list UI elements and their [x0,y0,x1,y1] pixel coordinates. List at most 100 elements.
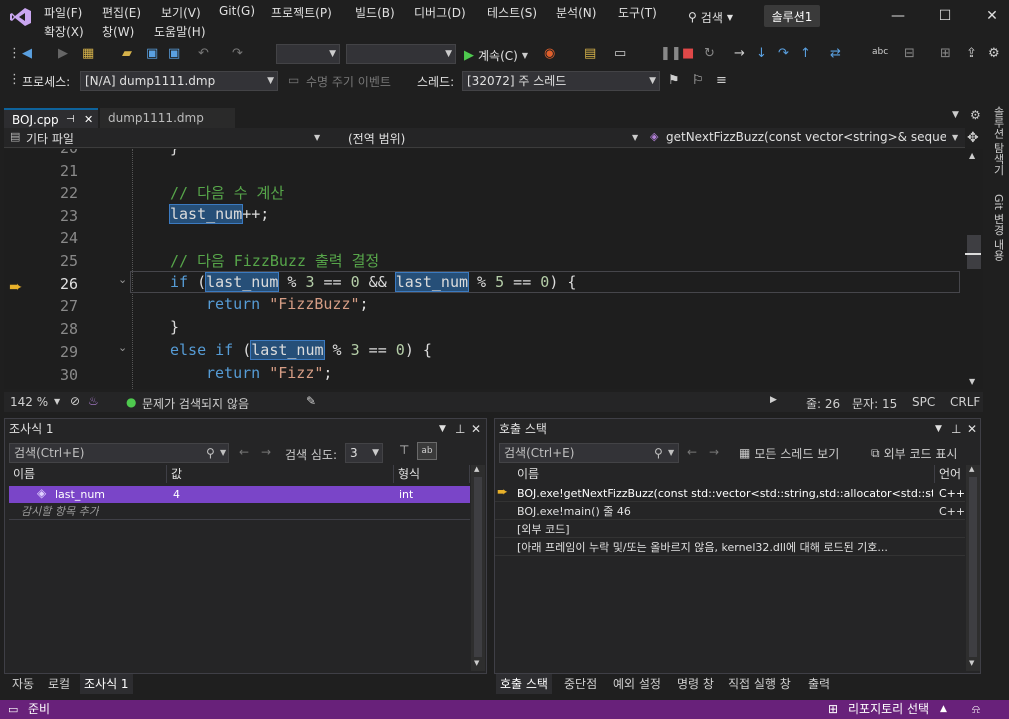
stack-frame-name[interactable]: BOJ.exe!main() 줄 46 [517,503,631,520]
scroll-up-icon[interactable]: ▲ [969,151,975,160]
column-header-type[interactable]: 형식 [394,465,470,483]
minimize-icon[interactable]: — [886,6,910,26]
search-back-icon[interactable]: ← [239,445,249,459]
solution-explorer-tab[interactable]: 솔루션 탐색기 [990,106,1006,176]
function-dropdown[interactable]: getNextFizzBuzz(const vector<string>& se… [666,130,946,144]
hex-display-icon[interactable]: ab [417,442,437,460]
column-header-language[interactable]: 언어 [935,465,965,483]
back-icon[interactable]: ◀ [22,46,32,62]
column-header-name[interactable]: 이름 [513,465,935,483]
config-dropdown[interactable]: ▼ [276,44,340,64]
stack-frame-name[interactable]: BOJ.exe!getNextFizzBuzz(const std::vecto… [517,485,933,502]
menu-test[interactable]: 테스트(S) [487,4,537,21]
share-icon[interactable]: ⇪ [966,46,977,62]
chevron-down-icon[interactable]: ▼ [935,419,942,439]
git-changes-tab[interactable]: Git 변경 내용 [990,194,1006,261]
column-header-value[interactable]: 값 [167,465,394,483]
lifecycle-label[interactable]: 수명 주기 이벤트 [306,73,391,90]
tab-locals[interactable]: 로컬 [48,674,70,694]
table-row[interactable]: ➨ BOJ.exe!getNextFizzBuzz(const std::vec… [495,485,965,502]
restart-icon[interactable]: ↻ [704,46,715,62]
chevron-down-icon[interactable]: ▼ [439,419,446,439]
forward-icon[interactable]: ▶ [58,46,68,62]
platform-dropdown[interactable]: ▼ [346,44,456,64]
scroll-down-icon[interactable]: ▼ [969,377,975,386]
uncomment-icon[interactable]: ⊞ [940,46,951,62]
maximize-icon[interactable]: ☐ [933,6,957,26]
watch-row-name[interactable]: last_num [55,486,105,503]
search-back-icon[interactable]: ← [687,445,697,459]
collapse-icon[interactable]: ⌄ [118,341,127,354]
scroll-up-icon[interactable]: ▲ [474,465,479,473]
split-icon[interactable]: ✥ [967,130,979,146]
table-row[interactable]: ◈ last_num 4 int [9,486,470,503]
pin-icon[interactable]: ⊥ [951,419,961,439]
line-ending-indicator[interactable]: CRLF [950,395,980,409]
step-out-icon[interactable]: ↑ [800,46,811,62]
stack-frame-name[interactable]: [외부 코드] [517,521,570,538]
tab-breakpoints[interactable]: 중단점 [564,674,597,694]
show-all-threads-button[interactable]: ▦ 모든 스레드 보기 [739,444,839,462]
watch-row-value[interactable]: 4 [173,486,180,503]
scroll-up-icon[interactable]: ▲ [969,465,974,473]
menu-file[interactable]: 파일(F) [44,4,82,21]
collapse-icon[interactable]: ⌄ [118,273,127,286]
menu-extensions[interactable]: 확장(X) [44,23,84,40]
menu-help[interactable]: 도움말(H) [154,23,206,40]
process-dropdown[interactable]: [N/A] dump1111.dmp ▼ [80,71,278,91]
pin-icon[interactable]: ⊥ [455,419,465,439]
tab-dump-file[interactable]: dump1111.dmp [100,108,235,128]
code-editor[interactable]: ➨ 20 } 21 22 // 다음 수 계산 23 last_num++; 2… [4,149,965,389]
solution-name-badge[interactable]: 솔루션1 [764,5,820,27]
pin-to-source-icon[interactable]: ⊤ [399,443,409,457]
editor-scrollbar[interactable]: ▲ ▼ [965,149,983,389]
search-forward-icon[interactable]: → [261,445,271,459]
redo-icon[interactable]: ↷ [232,46,243,62]
settings-icon[interactable]: ⚙ [988,46,1000,62]
close-icon[interactable]: ✕ [967,419,977,439]
stack-frame-icon[interactable]: ≡ [716,73,727,89]
tab-output[interactable]: 출력 [808,674,830,694]
zoom-level[interactable]: 142 % [10,395,48,409]
scroll-down-icon[interactable]: ▼ [474,659,479,667]
stop-icon[interactable]: ■ [682,46,694,62]
step-over-icon[interactable]: ↷ [778,46,789,62]
undo-icon[interactable]: ↶ [198,46,209,62]
scroll-thumb[interactable] [967,235,981,269]
thread-dropdown[interactable]: [32072] 주 스레드 ▼ [462,71,660,91]
comment-icon[interactable]: ⊟ [904,46,915,62]
scroll-right-icon[interactable]: ▶ [770,395,777,405]
scroll-down-icon[interactable]: ▼ [969,659,974,667]
gear-icon[interactable]: ⚙ [970,108,981,122]
show-external-code-button[interactable]: ⧉ 외부 코드 표시 [871,444,957,462]
tab-immediate-window[interactable]: 직접 실행 창 [728,674,791,694]
menu-tools[interactable]: 도구(T) [618,4,657,21]
flag-all-icon[interactable]: ⚐ [692,73,704,89]
menu-git[interactable]: Git(G) [219,4,255,18]
tab-autos[interactable]: 자동 [12,674,34,694]
call-stack-scrollbar[interactable]: ▲ ▼ [966,465,980,671]
new-project-icon[interactable]: ▦ [82,46,94,62]
add-watch-placeholder[interactable]: 감시할 항목 추가 [21,503,99,520]
hot-reload-icon[interactable]: ◉ [544,46,555,62]
save-all-icon[interactable]: ▣ [168,46,180,62]
spellcheck-icon[interactable]: abc [872,44,888,60]
menu-edit[interactable]: 편집(E) [102,4,141,21]
notifications-icon[interactable]: ⍾ [972,700,980,719]
pin-icon[interactable]: ⊣ [66,110,75,130]
tab-watch-1[interactable]: 조사식 1 [80,674,133,694]
menu-window[interactable]: 창(W) [102,23,134,40]
repository-selector[interactable]: 리포지토리 선택 [848,700,929,719]
open-folder-icon[interactable]: ▰ [122,46,132,62]
diagnostics-icon[interactable]: ▭ [614,46,626,62]
pause-icon[interactable]: ❚❚ [660,46,682,62]
menu-project[interactable]: 프로젝트(P) [271,4,332,21]
close-icon[interactable]: ✕ [84,110,93,130]
search-depth-dropdown[interactable]: 3 ▼ [345,443,383,463]
search-forward-icon[interactable]: → [709,445,719,459]
watch-scrollbar[interactable]: ▲ ▼ [471,465,485,671]
table-row[interactable]: BOJ.exe!main() 줄 46 C++ [495,503,965,520]
whitespace-indicator[interactable]: SPC [912,395,935,409]
table-row[interactable]: [아래 프레임이 누락 및/또는 올바르지 않음, kernel32.dll에 … [495,539,965,556]
column-header-name[interactable]: 이름 [9,465,167,483]
